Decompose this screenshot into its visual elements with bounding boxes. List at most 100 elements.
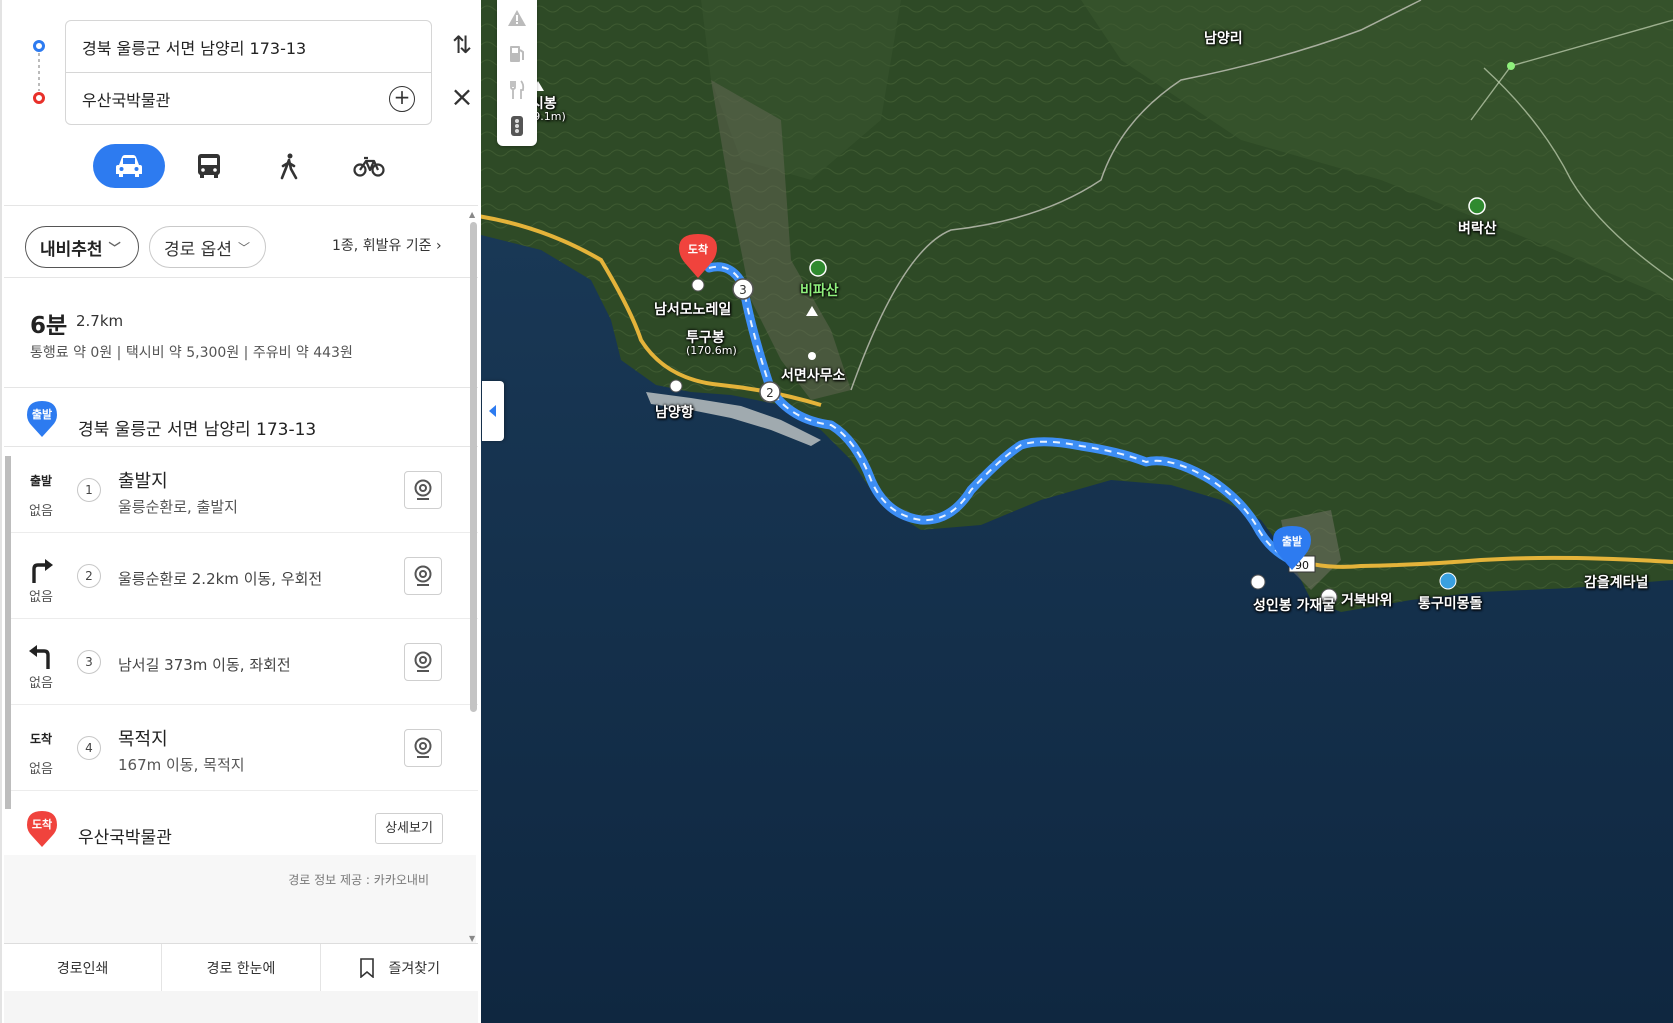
- cctv-icon: [414, 737, 432, 758]
- map-label-port: 남양항: [655, 405, 694, 421]
- destination-dot-icon: [33, 92, 45, 104]
- map-label-turtle: 거북바위: [1341, 593, 1393, 609]
- cctv-icon: [414, 651, 432, 672]
- route-overview-button[interactable]: 경로 한눈에: [162, 944, 321, 991]
- walk-icon: [280, 153, 298, 180]
- trail-node: [1507, 62, 1515, 70]
- step-number: 3: [77, 650, 101, 674]
- fuel-basis-label: 1종, 휘발유 기준: [332, 238, 432, 254]
- route-overview-label: 경로 한눈에: [206, 960, 276, 977]
- collapse-panel-button[interactable]: [482, 381, 504, 441]
- waypoint-3-label: 3: [739, 283, 747, 297]
- step-subtitle: 167m 이동, 목적지: [118, 756, 245, 774]
- step-tag: 도착: [30, 732, 53, 746]
- route-option-dropdown[interactable]: 경로 옵션 ﹀: [149, 226, 266, 268]
- step-number: 1: [77, 478, 101, 502]
- chevron-right-icon: ›: [436, 238, 442, 254]
- bottom-actions: 경로인쇄 경로 한눈에 즐겨찾기: [4, 943, 478, 991]
- divider: [4, 387, 478, 388]
- bus-icon: [198, 154, 220, 178]
- step-fee: 없음: [29, 762, 53, 777]
- waypoint-2-icon[interactable]: 2: [759, 381, 781, 403]
- mountain-icon[interactable]: [1468, 197, 1486, 215]
- start-address: 경북 울릉군 서면 남양리 173-13: [78, 420, 317, 440]
- restaurant-button[interactable]: [497, 72, 537, 108]
- favorite-button[interactable]: 즐겨찾기: [321, 944, 478, 991]
- cctv-button[interactable]: [404, 557, 442, 595]
- print-route-button[interactable]: 경로인쇄: [4, 944, 163, 991]
- chevron-left-icon: [489, 405, 496, 417]
- bottom-strip: [4, 991, 478, 1023]
- map-tools: [497, 0, 537, 146]
- satellite-map[interactable]: 2 3 90 출발 도착 남양리 각시봉 (459.1m) 벼락산 비파산 남서…: [481, 0, 1673, 1023]
- traffic-light-icon: [511, 116, 523, 136]
- warning-button[interactable]: [497, 0, 537, 36]
- monorail-poi-icon[interactable]: [691, 278, 705, 292]
- cctv-button[interactable]: [404, 471, 442, 509]
- step-description: 남서길 373m 이동, 좌회전: [118, 656, 291, 674]
- port-poi-icon[interactable]: [669, 379, 683, 393]
- step-description: 울릉순환로 2.2km 이동, 우회전: [118, 570, 323, 588]
- office-poi-icon[interactable]: [808, 352, 816, 360]
- detail-button[interactable]: 상세보기: [375, 813, 443, 844]
- beach-poi-icon[interactable]: [1439, 572, 1457, 590]
- destination-input[interactable]: 우산국박물관 +: [65, 72, 432, 125]
- favorite-label: 즐겨찾기: [388, 960, 441, 977]
- swap-icon[interactable]: ⇅: [448, 31, 476, 59]
- traffic-light-button[interactable]: [497, 108, 537, 144]
- cctv-button[interactable]: [404, 729, 442, 767]
- restaurant-icon: [510, 80, 525, 99]
- add-waypoint-icon[interactable]: +: [389, 86, 415, 112]
- cave-poi-icon[interactable]: [1250, 574, 1266, 590]
- route-distance: 2.7km: [76, 312, 124, 330]
- warning-icon: [508, 10, 526, 26]
- end-marker-label: 도착: [31, 818, 53, 831]
- close-icon[interactable]: ×: [448, 83, 476, 111]
- route-fees: 통행료 약 0원 | 택시비 약 5,300원 | 주유비 약 443원: [30, 345, 353, 361]
- scroll-thumb[interactable]: [470, 222, 477, 712]
- start-marker-icon: 출발: [26, 400, 58, 438]
- panel-scrollbar[interactable]: ▲ ▼: [467, 210, 479, 943]
- turn-left-icon: [29, 645, 50, 669]
- cctv-button[interactable]: [404, 643, 442, 681]
- map-start-pin-label: 출발: [1282, 534, 1302, 548]
- route-step[interactable]: 출발 없음 1 출발지 울릉순환로, 출발지: [11, 447, 478, 533]
- walk-mode-button[interactable]: [253, 144, 325, 188]
- cctv-icon: [414, 479, 432, 500]
- step-title: 출발지: [118, 471, 168, 492]
- scroll-down-icon[interactable]: ▼: [469, 934, 475, 943]
- chevron-down-icon: ﹀: [237, 240, 250, 255]
- route-step[interactable]: 없음 3 남서길 373m 이동, 좌회전: [11, 619, 478, 705]
- app-root: 경북 울릉군 서면 남양리 173-13 우산국박물관 + ⇅ × 내비추천 ﹀…: [0, 0, 1673, 1023]
- step-number: 4: [77, 736, 101, 760]
- bus-mode-button[interactable]: [173, 144, 245, 188]
- bookmark-icon: [359, 957, 374, 978]
- car-mode-button[interactable]: [93, 144, 165, 188]
- destination-name: 우산국박물관: [78, 828, 172, 848]
- map-label-bipa: 비파산: [800, 283, 839, 299]
- map-label-cave: 성인봉 가재굴: [1253, 598, 1336, 614]
- map-label-ganggyeong: 감을계타널: [1584, 575, 1649, 591]
- navi-recommend-dropdown[interactable]: 내비추천 ﹀: [25, 226, 139, 268]
- step-tag: 출발: [30, 474, 53, 488]
- gas-station-button[interactable]: [497, 36, 537, 72]
- end-marker-icon: 도착: [26, 810, 58, 848]
- route-step[interactable]: 없음 2 울릉순환로 2.2km 이동, 우회전: [11, 533, 478, 619]
- bicycle-icon: [353, 156, 385, 177]
- waypoint-3-icon[interactable]: 3: [732, 278, 754, 300]
- destination-input-text: 우산국박물관: [82, 90, 171, 110]
- route-provider: 경로 정보 제공 : 카카오내비: [288, 873, 429, 887]
- mountain-icon[interactable]: [809, 259, 827, 277]
- route-duration: 6분: [30, 313, 68, 339]
- scroll-up-icon[interactable]: ▲: [469, 210, 475, 219]
- route-step[interactable]: 도착 없음 4 목적지 167m 이동, 목적지: [11, 705, 478, 791]
- origin-input[interactable]: 경북 울릉군 서면 남양리 173-13: [65, 20, 432, 73]
- directions-panel: 경북 울릉군 서면 남양리 173-13 우산국박물관 + ⇅ × 내비추천 ﹀…: [0, 0, 490, 1023]
- map-canvas: 2 3 90 출발 도착: [481, 0, 1673, 1023]
- print-route-label: 경로인쇄: [56, 960, 109, 977]
- fuel-basis-link[interactable]: 1종, 휘발유 기준 ›: [332, 235, 442, 255]
- provider-area: [4, 855, 476, 943]
- bike-mode-button[interactable]: [333, 144, 405, 188]
- car-icon: [116, 155, 142, 177]
- route-option-label: 경로 옵션: [164, 239, 232, 260]
